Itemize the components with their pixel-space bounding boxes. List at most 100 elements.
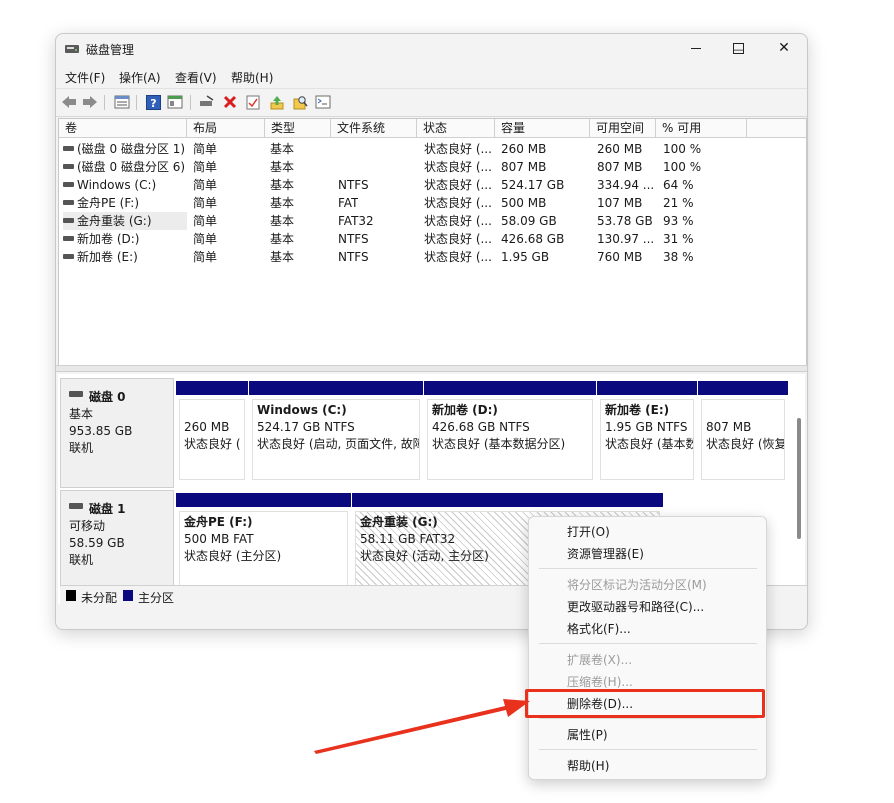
volume-free-space: 107 MB bbox=[597, 196, 643, 210]
primary-partition-bar bbox=[698, 381, 788, 395]
close-button[interactable]: ✕ bbox=[764, 34, 804, 62]
volume-row[interactable]: Windows (C:) 简单 基本 NTFS 状态良好 (... 524.17… bbox=[59, 176, 806, 194]
menu-item-mark-active: 将分区标记为活动分区(M) bbox=[567, 578, 707, 592]
volume-name: Windows (C:) bbox=[77, 178, 157, 192]
partition-disk0-1[interactable]: 260 MB 状态良好 ( bbox=[176, 381, 248, 483]
volume-filesystem: FAT32 bbox=[338, 214, 374, 228]
partition-disk0-d[interactable]: 新加卷 (D:) 426.68 GB NTFS 状态良好 (基本数据分区) bbox=[424, 381, 596, 483]
partition-disk0-e[interactable]: 新加卷 (E:) 1.95 GB NTFS 状态良好 (基本数 bbox=[597, 381, 697, 483]
close-icon: ✕ bbox=[778, 40, 790, 56]
disk-name: 磁盘 1 bbox=[89, 502, 126, 516]
annotation-highlight-box bbox=[525, 689, 765, 718]
volume-filesystem: NTFS bbox=[338, 250, 369, 264]
volume-type: 基本 bbox=[270, 142, 295, 156]
disk-1-label[interactable]: 磁盘 1 可移动 58.59 GB 联机 bbox=[60, 490, 174, 590]
connect-drive-icon[interactable] bbox=[199, 94, 215, 110]
partition-size: 1.95 GB NTFS bbox=[605, 420, 688, 434]
volume-row[interactable]: (磁盘 0 磁盘分区 6) 简单 基本 状态良好 (... 807 MB 807… bbox=[59, 158, 806, 176]
partition-size: 807 MB bbox=[706, 420, 752, 434]
column-header-percent-free[interactable]: % 可用 bbox=[656, 119, 747, 138]
menu-action[interactable]: 操作(A) bbox=[119, 69, 161, 86]
partition-size: 260 MB bbox=[184, 420, 230, 434]
back-arrow-icon[interactable] bbox=[61, 94, 77, 110]
volume-status: 状态良好 (... bbox=[424, 214, 492, 228]
properties-icon[interactable] bbox=[167, 94, 183, 110]
volume-row[interactable]: 金舟PE (F:) 简单 基本 FAT 状态良好 (... 500 MB 107… bbox=[59, 194, 806, 212]
primary-partition-bar bbox=[424, 381, 596, 395]
menu-item-help[interactable]: 帮助(H) bbox=[567, 757, 609, 774]
volume-percent-free: 93 % bbox=[663, 214, 694, 228]
partition-status: 状态良好 (恢复 bbox=[706, 437, 785, 451]
volume-free-space: 760 MB bbox=[597, 250, 643, 264]
partition-disk0-c[interactable]: Windows (C:) 524.17 GB NTFS 状态良好 (启动, 页面… bbox=[249, 381, 423, 483]
disk-0-label[interactable]: 磁盘 0 基本 953.85 GB 联机 bbox=[60, 378, 174, 488]
partition-status: 状态良好 (基本数据分区) bbox=[432, 437, 566, 451]
volume-layout: 简单 bbox=[193, 250, 218, 264]
window-title: 磁盘管理 bbox=[86, 43, 135, 57]
volume-status: 状态良好 (... bbox=[424, 160, 492, 174]
column-header-volume[interactable]: 卷 bbox=[59, 119, 187, 138]
console-icon[interactable] bbox=[315, 94, 331, 110]
minimize-icon bbox=[691, 47, 701, 49]
partition-name bbox=[706, 402, 784, 419]
search-icon[interactable] bbox=[292, 94, 308, 110]
menu-separator bbox=[539, 568, 757, 569]
menu-item-explorer[interactable]: 资源管理器(E) bbox=[567, 545, 644, 562]
annotation-arrow-icon bbox=[314, 699, 530, 754]
partition-disk1-f[interactable]: 金舟PE (F:) 500 MB FAT 状态良好 (主分区) bbox=[176, 493, 351, 589]
volume-percent-free: 100 % bbox=[663, 160, 702, 174]
partition-status: 状态良好 ( bbox=[184, 437, 241, 451]
delete-icon[interactable] bbox=[222, 94, 238, 110]
volume-capacity: 807 MB bbox=[501, 160, 547, 174]
pane-splitter[interactable] bbox=[56, 365, 807, 372]
column-header-type[interactable]: 类型 bbox=[265, 119, 331, 138]
volume-filesystem: NTFS bbox=[338, 232, 369, 246]
menu-bar: 文件(F) 操作(A) 查看(V) 帮助(H) bbox=[56, 65, 807, 87]
menu-item-open[interactable]: 打开(O) bbox=[567, 523, 610, 540]
volume-filesystem: FAT bbox=[338, 196, 359, 210]
menu-view[interactable]: 查看(V) bbox=[175, 69, 217, 86]
volume-row-selected[interactable]: 金舟重装 (G:) 简单 基本 FAT32 状态良好 (... 58.09 GB… bbox=[59, 212, 806, 230]
menu-item-change-drive-letter[interactable]: 更改驱动器号和路径(C)... bbox=[567, 598, 704, 615]
column-header-capacity[interactable]: 容量 bbox=[495, 119, 590, 138]
primary-partition-bar bbox=[597, 381, 697, 395]
column-header-free-space[interactable]: 可用空间 bbox=[590, 119, 656, 138]
menu-separator bbox=[539, 643, 757, 644]
legend-swatch-primary bbox=[123, 590, 133, 601]
volume-name: 金舟重装 (G:) bbox=[77, 214, 152, 228]
partition-size: 500 MB FAT bbox=[184, 532, 254, 546]
volume-percent-free: 64 % bbox=[663, 178, 694, 192]
volume-filesystem: NTFS bbox=[338, 178, 369, 192]
vertical-scrollbar[interactable] bbox=[797, 418, 801, 539]
column-header-filesystem[interactable]: 文件系统 bbox=[331, 119, 417, 138]
volume-status: 状态良好 (... bbox=[424, 232, 492, 246]
volume-row[interactable]: 新加卷 (D:) 简单 基本 NTFS 状态良好 (... 426.68 GB … bbox=[59, 230, 806, 248]
maximize-button[interactable] bbox=[718, 34, 758, 62]
primary-partition-bar bbox=[176, 381, 248, 395]
volume-free-space: 130.97 ... bbox=[597, 232, 655, 246]
partition-disk0-6[interactable]: 807 MB 状态良好 (恢复 bbox=[698, 381, 788, 483]
volume-layout: 简单 bbox=[193, 160, 218, 174]
upload-icon[interactable] bbox=[269, 94, 285, 110]
help-icon[interactable]: ? bbox=[145, 94, 161, 110]
forward-arrow-icon[interactable] bbox=[82, 94, 98, 110]
volume-percent-free: 38 % bbox=[663, 250, 694, 264]
menu-help[interactable]: 帮助(H) bbox=[231, 69, 273, 86]
partition-name: 新加卷 (D:) bbox=[432, 403, 498, 417]
column-header-layout[interactable]: 布局 bbox=[187, 119, 265, 138]
check-icon[interactable] bbox=[245, 94, 261, 110]
menu-separator bbox=[539, 718, 757, 719]
partition-name bbox=[184, 402, 244, 419]
volume-list-icon[interactable] bbox=[114, 94, 130, 110]
volume-free-space: 53.78 GB bbox=[597, 214, 653, 228]
volume-row[interactable]: (磁盘 0 磁盘分区 1) 简单 基本 状态良好 (... 260 MB 260… bbox=[59, 140, 806, 158]
volume-row[interactable]: 新加卷 (E:) 简单 基本 NTFS 状态良好 (... 1.95 GB 76… bbox=[59, 248, 806, 266]
disk-size: 953.85 GB bbox=[69, 424, 133, 438]
menu-item-format[interactable]: 格式化(F)... bbox=[567, 620, 631, 637]
column-header-filler bbox=[747, 119, 806, 138]
volume-percent-free: 31 % bbox=[663, 232, 694, 246]
minimize-button-hit[interactable] bbox=[676, 34, 716, 62]
menu-file[interactable]: 文件(F) bbox=[65, 69, 105, 86]
menu-item-properties[interactable]: 属性(P) bbox=[567, 726, 608, 743]
column-header-status[interactable]: 状态 bbox=[417, 119, 495, 138]
